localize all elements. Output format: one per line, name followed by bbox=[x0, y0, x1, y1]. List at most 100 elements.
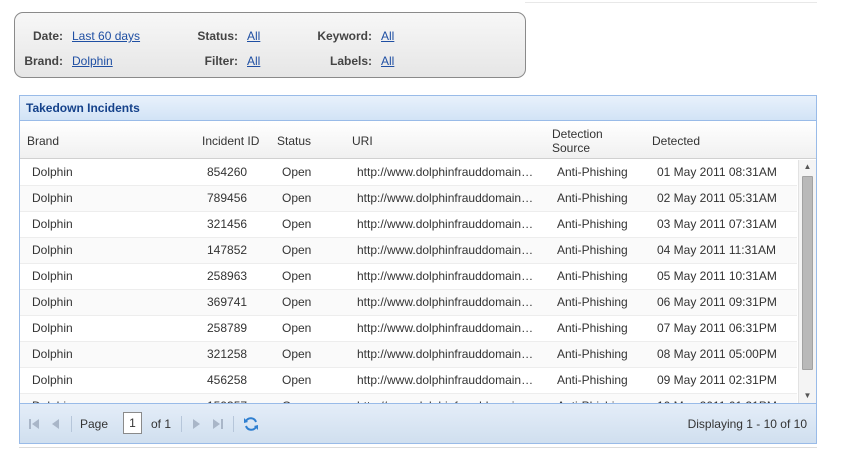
page-count-label: of 1 bbox=[151, 417, 172, 431]
grid-body: Dolphin 854260 Open http://www.dolphinfraud… bbox=[20, 160, 797, 403]
column-header-incident-id[interactable]: Incident ID bbox=[202, 122, 272, 159]
detection-source-cell: Anti-Phishing bbox=[557, 347, 628, 361]
incident-id-cell: 369741 bbox=[207, 295, 248, 309]
filter-filter-link[interactable]: All bbox=[247, 54, 260, 68]
date-filter-label: Date: bbox=[32, 29, 63, 43]
grid-header: Brand Incident ID Status URI Detection S… bbox=[20, 122, 816, 159]
detected-cell: 02 May 2011 05:31AM bbox=[657, 191, 777, 205]
uri-cell: http://www.dolphinfrauddomain.com bbox=[357, 347, 535, 361]
brand-cell: Dolphin bbox=[32, 347, 73, 361]
uri-cell: http://www.dolphinfrauddomain.com bbox=[357, 243, 535, 257]
incident-id-cell: 789456 bbox=[207, 191, 248, 205]
brand-cell: Dolphin bbox=[32, 321, 73, 335]
incident-id-cell: 854260 bbox=[207, 165, 248, 179]
detected-cell: 07 May 2011 06:31PM bbox=[657, 321, 777, 335]
brand-cell: Dolphin bbox=[32, 269, 73, 283]
table-row[interactable]: Dolphin 159357 Open http://www.dolphinfraud… bbox=[20, 394, 797, 403]
bottom-divider bbox=[19, 447, 817, 448]
scroll-down-arrow-icon[interactable]: ▼ bbox=[799, 389, 816, 403]
first-page-icon[interactable] bbox=[26, 416, 42, 432]
uri-cell: http://www.dolphinfrauddomain.com bbox=[357, 191, 535, 205]
page-label: Page bbox=[80, 417, 109, 431]
brand-cell: Dolphin bbox=[32, 191, 73, 205]
table-row[interactable]: Dolphin 854260 Open http://www.dolphinfraud… bbox=[20, 160, 797, 186]
detection-source-cell: Anti-Phishing bbox=[557, 269, 628, 283]
filter-filter-label: Filter: bbox=[204, 54, 238, 68]
detected-cell: 03 May 2011 07:31AM bbox=[657, 217, 777, 231]
toolbar-separator bbox=[233, 416, 234, 432]
table-row[interactable]: Dolphin 789456 Open http://www.dolphinfraud… bbox=[20, 186, 797, 212]
incident-id-cell: 147852 bbox=[207, 243, 248, 257]
incident-id-cell: 258789 bbox=[207, 321, 248, 335]
column-header-brand[interactable]: Brand bbox=[27, 122, 197, 159]
uri-cell: http://www.dolphinfrauddomain.com bbox=[357, 269, 535, 283]
refresh-icon[interactable] bbox=[242, 415, 260, 433]
status-filter-link[interactable]: All bbox=[247, 29, 260, 43]
keyword-filter-label: Keyword: bbox=[317, 29, 372, 43]
detection-source-cell: Anti-Phishing bbox=[557, 217, 628, 231]
prev-page-icon[interactable] bbox=[48, 416, 64, 432]
incident-id-cell: 321258 bbox=[207, 347, 248, 361]
detection-source-cell: Anti-Phishing bbox=[557, 321, 628, 335]
labels-filter-link[interactable]: All bbox=[381, 54, 394, 68]
detected-cell: 04 May 2011 11:31AM bbox=[657, 243, 776, 257]
status-cell: Open bbox=[282, 394, 342, 403]
next-page-icon[interactable] bbox=[188, 416, 204, 432]
top-divider bbox=[525, 2, 817, 3]
uri-cell: http://www.dolphinfrauddomain.com bbox=[357, 217, 535, 231]
detection-source-cell: Anti-Phishing bbox=[557, 165, 628, 179]
filter-panel: Date: Last 60 days Brand: Dolphin Status… bbox=[14, 12, 526, 78]
scroll-thumb[interactable] bbox=[802, 176, 813, 370]
column-header-detected[interactable]: Detected bbox=[652, 122, 792, 159]
uri-cell: http://www.dolphinfrauddomain.com bbox=[357, 394, 535, 403]
grid-title: Takedown Incidents bbox=[20, 96, 816, 121]
table-row[interactable]: Dolphin 258963 Open http://www.dolphinfraud… bbox=[20, 264, 797, 290]
table-row[interactable]: Dolphin 258789 Open http://www.dolphinfraud… bbox=[20, 316, 797, 342]
column-header-detection-source[interactable]: Detection Source bbox=[552, 122, 627, 159]
table-row[interactable]: Dolphin 321456 Open http://www.dolphinfraud… bbox=[20, 212, 797, 238]
brand-cell: Dolphin bbox=[32, 243, 73, 257]
status-cell: Open bbox=[282, 347, 312, 361]
brand-cell: Dolphin bbox=[32, 217, 73, 231]
table-row[interactable]: Dolphin 147852 Open http://www.dolphinfraud… bbox=[20, 238, 797, 264]
vertical-scrollbar[interactable]: ▲ ▼ bbox=[798, 160, 816, 403]
uri-cell: http://www.dolphinfrauddomain.com bbox=[357, 321, 535, 335]
status-cell: Open bbox=[282, 269, 312, 283]
incident-id-cell: 159357 bbox=[207, 394, 267, 403]
incident-id-cell: 456258 bbox=[207, 373, 248, 387]
uri-cell: http://www.dolphinfrauddomain.com bbox=[357, 295, 535, 309]
date-filter-link[interactable]: Last 60 days bbox=[72, 29, 140, 43]
brand-filter-label: Brand: bbox=[24, 54, 63, 68]
page-number-input[interactable]: 1 bbox=[123, 412, 142, 434]
brand-cell: Dolphin bbox=[32, 394, 192, 403]
keyword-filter-link[interactable]: All bbox=[381, 29, 394, 43]
detection-source-cell: Anti-Phishing bbox=[557, 191, 628, 205]
brand-filter-link[interactable]: Dolphin bbox=[72, 54, 113, 68]
detection-source-cell: Anti-Phishing bbox=[557, 243, 628, 257]
detected-cell: 01 May 2011 08:31AM bbox=[657, 165, 777, 179]
detected-cell: 08 May 2011 05:00PM bbox=[657, 347, 777, 361]
takedown-incidents-grid: Takedown Incidents Brand Incident ID Sta… bbox=[19, 95, 817, 444]
detected-cell: 10 May 2011 01:31PM bbox=[657, 394, 781, 403]
uri-cell: http://www.dolphinfrauddomain.com bbox=[357, 373, 535, 387]
scroll-up-arrow-icon[interactable]: ▲ bbox=[799, 160, 816, 174]
detection-source-cell: Anti-Phishing bbox=[557, 373, 628, 387]
status-cell: Open bbox=[282, 321, 312, 335]
column-header-status[interactable]: Status bbox=[277, 122, 347, 159]
uri-cell: http://www.dolphinfrauddomain.com bbox=[357, 165, 535, 179]
paging-toolbar: Page 1 of 1 Displaying 1 - 10 of 10 bbox=[20, 403, 816, 443]
status-cell: Open bbox=[282, 295, 312, 309]
last-page-icon[interactable] bbox=[210, 416, 226, 432]
status-cell: Open bbox=[282, 373, 312, 387]
status-cell: Open bbox=[282, 243, 312, 257]
table-row[interactable]: Dolphin 456258 Open http://www.dolphinfraud… bbox=[20, 368, 797, 394]
toolbar-separator bbox=[181, 416, 182, 432]
brand-cell: Dolphin bbox=[32, 165, 73, 179]
detected-cell: 09 May 2011 02:31PM bbox=[657, 373, 777, 387]
table-row[interactable]: Dolphin 369741 Open http://www.dolphinfraud… bbox=[20, 290, 797, 316]
table-row[interactable]: Dolphin 321258 Open http://www.dolphinfraud… bbox=[20, 342, 797, 368]
column-header-uri[interactable]: URI bbox=[352, 122, 547, 159]
detected-cell: 06 May 2011 09:31PM bbox=[657, 295, 777, 309]
labels-filter-label: Labels: bbox=[329, 54, 372, 68]
status-filter-label: Status: bbox=[197, 29, 238, 43]
